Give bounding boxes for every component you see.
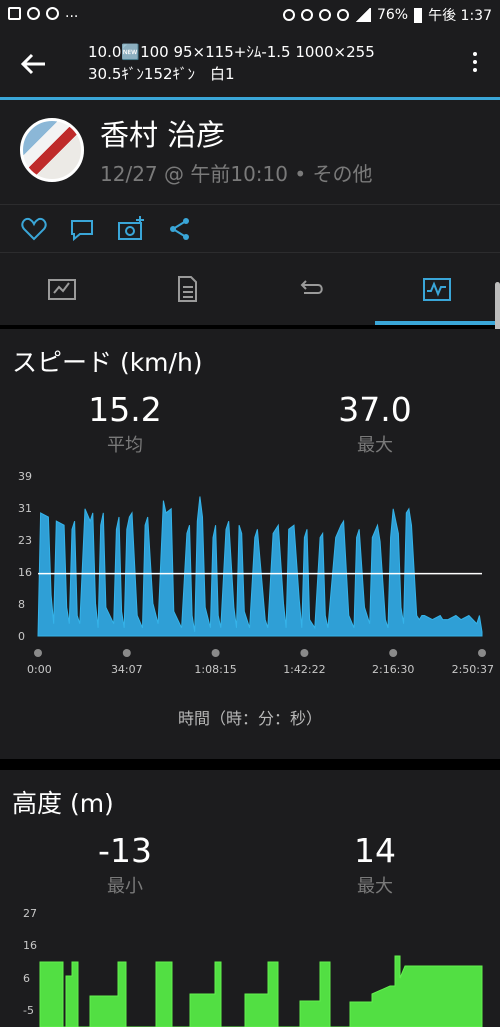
speed-title: スピード (km/h) bbox=[12, 348, 203, 377]
speed-x-tick-label: 1:42:22 bbox=[283, 663, 325, 676]
speed-x-tick-marker bbox=[300, 649, 309, 657]
status-bar: ... 76% 午後 1:37 bbox=[0, 0, 500, 30]
altitude-series-area bbox=[39, 955, 483, 1027]
sync-icon bbox=[46, 6, 59, 20]
altitude-section: 高度 (m) -13 最小 14 最大 27 16 6 -5 bbox=[0, 770, 500, 1027]
document-icon bbox=[178, 276, 197, 302]
speed-y-tick-label: 16 bbox=[18, 566, 32, 579]
app-bar: 10.0🆕100 95×115+ｼﾑ-1.5 1000×255 30.5ｷﾞﾝ1… bbox=[0, 30, 500, 100]
altitude-y-tick-label: 6 bbox=[23, 972, 30, 985]
altitude-maximum-value: 14 bbox=[354, 831, 396, 870]
share-icon[interactable] bbox=[166, 215, 194, 243]
altitude-y-axis: 27 16 6 -5 bbox=[23, 907, 37, 1017]
system-status: 76% 午後 1:37 bbox=[282, 5, 492, 25]
speed-x-tick-marker bbox=[34, 649, 42, 657]
altitude-chart: 27 16 6 -5 bbox=[23, 907, 483, 1027]
volte-icon bbox=[318, 9, 331, 21]
bluetooth-icon bbox=[282, 9, 295, 21]
speed-y-tick-label: 39 bbox=[18, 470, 32, 483]
altitude-y-tick-label: -5 bbox=[23, 1004, 34, 1017]
speed-average-value: 15.2 bbox=[88, 390, 162, 429]
speed-x-tick-label: 34:07 bbox=[111, 663, 143, 676]
like-icon[interactable] bbox=[20, 215, 48, 243]
image-icon bbox=[8, 6, 21, 20]
speed-max: 37.0 最大 bbox=[295, 391, 455, 457]
altitude-maximum: 14 最大 bbox=[295, 832, 455, 898]
comment-icon[interactable] bbox=[68, 215, 96, 243]
speed-x-tick-label: 1:08:15 bbox=[194, 663, 236, 676]
battery-icon bbox=[414, 7, 423, 23]
battery-percent: 76% bbox=[376, 7, 409, 23]
speed-max-label: 最大 bbox=[357, 435, 393, 456]
speed-x-tick-label: 2:50:37 bbox=[452, 663, 494, 676]
speed-x-tick-label: 0:00 bbox=[27, 663, 52, 676]
avatar[interactable] bbox=[20, 118, 84, 182]
tab-charts[interactable] bbox=[375, 253, 500, 325]
altitude-minimum: -13 最小 bbox=[45, 832, 205, 898]
tab-overview[interactable] bbox=[0, 253, 125, 325]
notification-icons: ... bbox=[8, 6, 78, 20]
altitude-y-tick-label: 27 bbox=[23, 907, 37, 920]
speed-average-label: 平均 bbox=[107, 435, 143, 456]
activity-meta: 12/27 @ 午前10:10 • その他 bbox=[100, 162, 373, 186]
overflow-menu-icon[interactable] bbox=[472, 52, 478, 76]
altitude-maximum-label: 最大 bbox=[357, 876, 393, 897]
altitude-y-tick-label: 16 bbox=[23, 939, 37, 952]
action-bar bbox=[0, 205, 500, 253]
back-arrow-icon[interactable] bbox=[20, 50, 48, 78]
speed-series-area bbox=[37, 496, 483, 637]
speed-y-tick-label: 8 bbox=[18, 598, 25, 611]
tab-laps[interactable] bbox=[250, 253, 375, 325]
speed-y-axis: 39 31 23 16 8 0 bbox=[18, 470, 32, 643]
speed-x-tick-marker bbox=[478, 649, 486, 657]
speed-x-tick-marker bbox=[122, 649, 131, 657]
alarm-icon bbox=[300, 9, 313, 21]
clock: 午後 1:37 bbox=[428, 8, 492, 24]
speed-x-tick-marker bbox=[211, 649, 220, 657]
speed-x-tick-label: 2:16:30 bbox=[372, 663, 414, 676]
wifi-icon bbox=[336, 9, 349, 21]
charts-icon bbox=[423, 278, 451, 301]
activity-title: 10.0🆕100 95×115+ｼﾑ-1.5 1000×255 30.5ｷﾞﾝ1… bbox=[88, 43, 375, 83]
sync-icon bbox=[27, 6, 40, 20]
activity-tabs bbox=[0, 253, 500, 325]
altitude-minimum-value: -13 bbox=[98, 831, 152, 870]
speed-average: 15.2 平均 bbox=[45, 391, 205, 457]
speed-x-tick-marker bbox=[389, 649, 398, 657]
altitude-minimum-label: 最小 bbox=[107, 876, 143, 897]
user-name: 香村 治彦 bbox=[100, 118, 226, 152]
speed-y-tick-label: 31 bbox=[18, 502, 32, 515]
tab-details[interactable] bbox=[125, 253, 250, 325]
speed-y-tick-label: 0 bbox=[18, 630, 25, 643]
speed-section: スピード (km/h) 15.2 平均 37.0 最大 39 31 23 16 8 0 0… bbox=[0, 329, 500, 759]
signal-icon bbox=[354, 8, 371, 22]
altitude-title: 高度 (m) bbox=[12, 789, 114, 818]
overview-chart-icon bbox=[48, 279, 76, 300]
more-notifications-icon: ... bbox=[65, 5, 79, 21]
speed-chart: 39 31 23 16 8 0 0:00 34:07 1:08:15 1:42:22 2:16:3… bbox=[18, 470, 494, 676]
speed-x-axis: 0:00 34:07 1:08:15 1:42:22 2:16:30 2:50:37 bbox=[27, 649, 494, 676]
add-photo-icon[interactable] bbox=[117, 215, 145, 243]
profile-card: 香村 治彦 12/27 @ 午前10:10 • その他 bbox=[0, 100, 500, 205]
speed-x-caption: 時間（時：分：秒） bbox=[177, 709, 322, 728]
speed-y-tick-label: 23 bbox=[18, 534, 32, 547]
speed-max-value: 37.0 bbox=[338, 390, 412, 429]
laps-icon bbox=[300, 280, 323, 294]
